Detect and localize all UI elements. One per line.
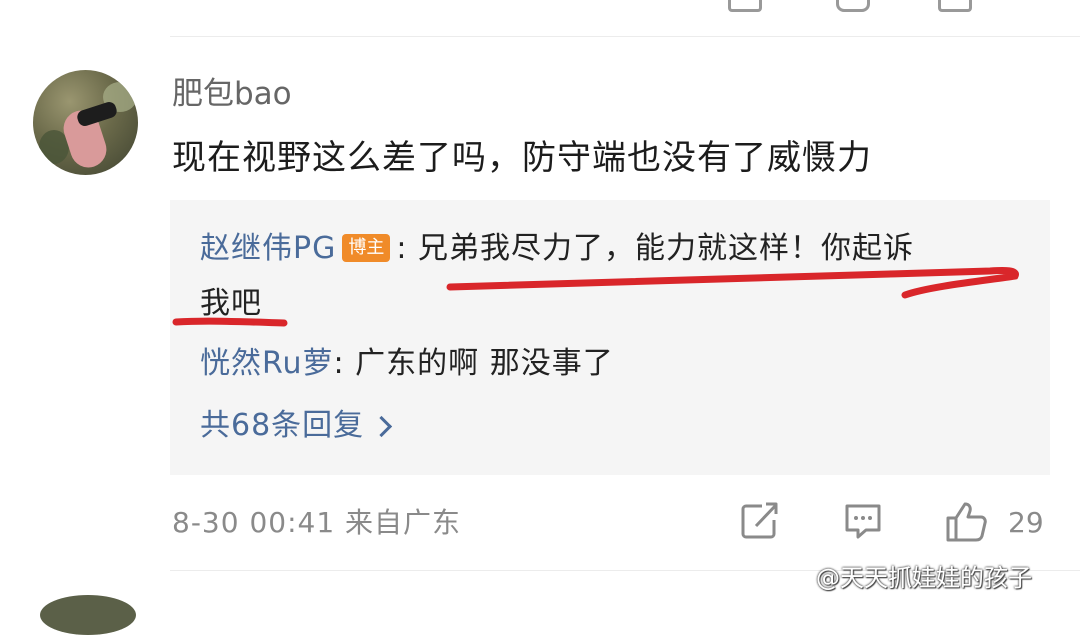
like-icon[interactable] bbox=[944, 500, 988, 544]
watermark: @天天抓娃娃的孩子 bbox=[790, 563, 1032, 593]
weibo-logo-icon bbox=[790, 571, 812, 588]
avatar[interactable] bbox=[40, 595, 136, 635]
comment-icon[interactable] bbox=[842, 500, 884, 542]
like-count: 29 bbox=[1008, 506, 1044, 539]
comment-meta: 8-30 00:41 来自广东 bbox=[172, 506, 462, 539]
red-underline-annotation bbox=[172, 267, 1019, 327]
share-icon[interactable] bbox=[738, 500, 780, 542]
